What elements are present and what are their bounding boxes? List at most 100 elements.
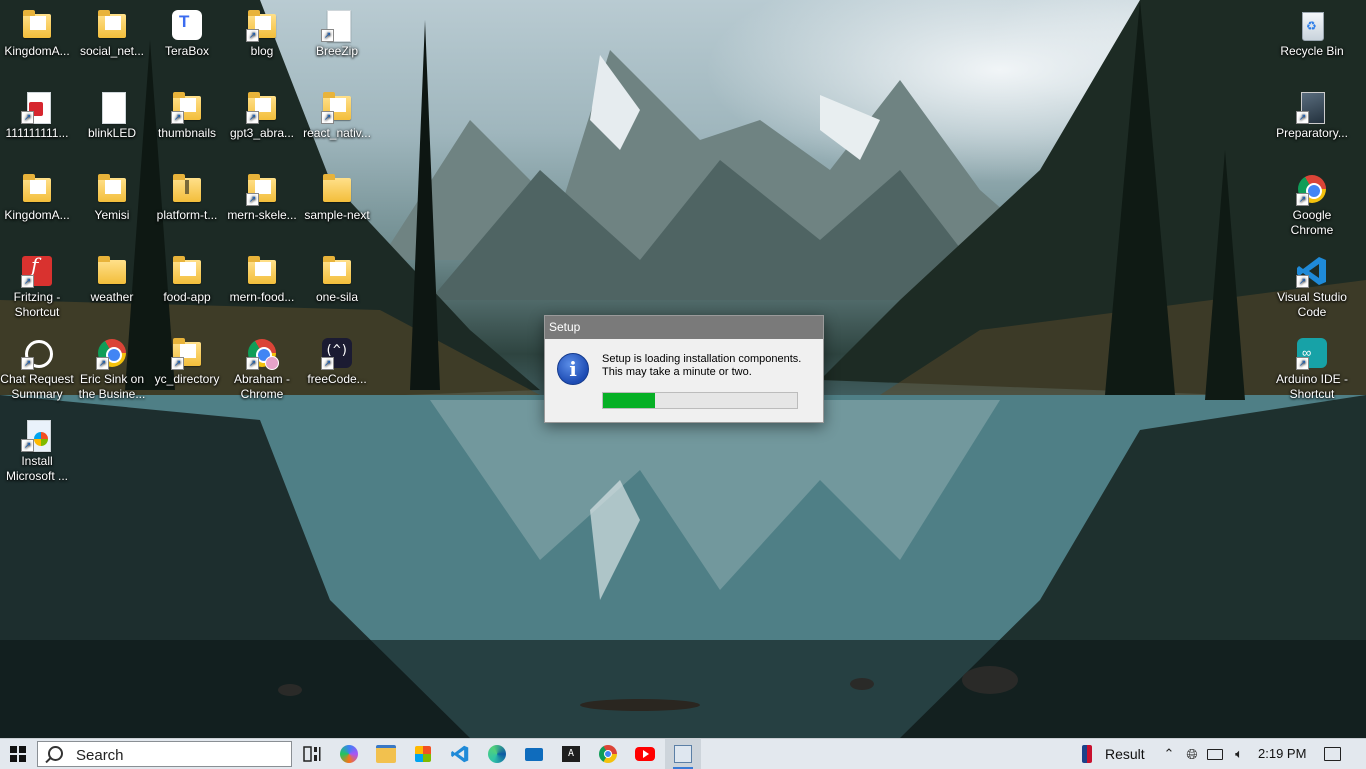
terabox-icon: T xyxy=(170,8,204,42)
desktop-icon-recycle-bin[interactable]: ♻ Recycle Bin xyxy=(1275,8,1349,59)
icon-label: blog xyxy=(250,44,274,58)
desktop-icon-yemisi[interactable]: Yemisi xyxy=(75,172,149,223)
desktop-icon-one-sila[interactable]: one-sila xyxy=(300,254,374,305)
desktop-icon-kingdoma-2[interactable]: KingdomA... xyxy=(0,172,74,223)
clock[interactable]: 2:19 PM xyxy=(1258,746,1306,761)
battery-icon[interactable] xyxy=(1207,745,1225,763)
task-view-icon xyxy=(303,746,321,762)
edge-button[interactable] xyxy=(479,739,515,769)
progress-bar xyxy=(602,392,798,409)
desktop-icon-preparatory[interactable]: ↗ Preparatory... xyxy=(1275,90,1349,141)
youtube-button[interactable] xyxy=(627,739,663,769)
desktop-icon-vscode[interactable]: ↗ Visual Studio Code xyxy=(1275,254,1349,320)
desktop-icon-social-net[interactable]: social_net... xyxy=(75,8,149,59)
desktop-icon-chat-request-summary[interactable]: ↗ Chat Request Summary xyxy=(0,336,74,402)
file-explorer-button[interactable] xyxy=(368,739,404,769)
icon-label: one-sila xyxy=(315,290,359,304)
desktop-icon-freecode[interactable]: (^) ↗ freeCode... xyxy=(300,336,374,387)
desktop-icon-install-microsoft[interactable]: ↗ Install Microsoft ... xyxy=(0,418,74,484)
desktop-icon-platform-t[interactable]: platform-t... xyxy=(150,172,224,223)
vscode-icon: ↗ xyxy=(1295,254,1329,288)
folder-chrome-icon xyxy=(95,8,129,42)
globe-icon[interactable]: 🌐︎ xyxy=(1183,745,1201,763)
copilot-button[interactable] xyxy=(331,739,367,769)
desktop-icon-weather[interactable]: weather xyxy=(75,254,149,305)
desktop-icon-abraham-chrome[interactable]: ↗ Abraham - Chrome xyxy=(225,336,299,402)
icon-label: Preparatory... xyxy=(1276,126,1348,140)
icon-label: gpt3_abra... xyxy=(229,126,295,140)
book-icon: ↗ xyxy=(1295,90,1329,124)
document-icon xyxy=(95,90,129,124)
setup-taskbar-button[interactable] xyxy=(665,739,701,769)
terminal-button[interactable]: A xyxy=(553,739,589,769)
desktop-icon-gpt3-abra[interactable]: ↗ gpt3_abra... xyxy=(225,90,299,141)
desktop-icon-react-nativ[interactable]: ↗ react_nativ... xyxy=(300,90,374,141)
desktop: KingdomA... social_net... T TeraBox ↗ bl… xyxy=(0,0,1366,738)
arduino-icon: ∞ ↗ xyxy=(1295,336,1329,370)
notifications-icon[interactable] xyxy=(1324,745,1342,763)
desktop-icon-eric-sink[interactable]: ↗ Eric Sink on the Busine... xyxy=(75,336,149,402)
fritzing-icon: f ↗ xyxy=(20,254,54,288)
folder-shortcut-icon: ↗ xyxy=(245,8,279,42)
desktop-icon-thumbnails[interactable]: ↗ thumbnails xyxy=(150,90,224,141)
microsoft-store-icon xyxy=(415,746,431,762)
vscode-icon xyxy=(451,745,469,763)
dialog-message-line1: Setup is loading installation components… xyxy=(602,353,802,365)
icon-label: 111111111... xyxy=(5,126,69,140)
desktop-icon-sample-next[interactable]: sample-next xyxy=(300,172,374,223)
terminal-icon: A xyxy=(562,746,580,762)
desktop-icon-google-chrome[interactable]: ↗ Google Chrome xyxy=(1275,172,1349,238)
icon-label: KingdomA... xyxy=(4,44,70,58)
microsoft-store-button[interactable] xyxy=(405,739,441,769)
speaker-muted-icon[interactable]: 🔈︎ xyxy=(1230,745,1248,763)
chrome-taskbar-button[interactable] xyxy=(590,739,626,769)
icon-label: Arduino IDE - Shortcut xyxy=(1275,372,1349,401)
dialog-title[interactable]: Setup xyxy=(545,316,823,339)
folder-icon xyxy=(320,172,354,206)
icon-label: blinkLED xyxy=(87,126,137,140)
start-button[interactable] xyxy=(0,739,36,769)
icon-label: weather xyxy=(90,290,134,304)
desktop-icon-blinkled[interactable]: blinkLED xyxy=(75,90,149,141)
folder-shortcut-icon: ↗ xyxy=(170,336,204,370)
folder-icon xyxy=(95,254,129,288)
desktop-icon-mern-skele[interactable]: ↗ mern-skele... xyxy=(225,172,299,223)
mail-icon xyxy=(525,747,543,761)
icon-label: Abraham - Chrome xyxy=(233,372,291,401)
icon-label: Google Chrome xyxy=(1290,208,1334,237)
desktop-icon-food-app[interactable]: food-app xyxy=(150,254,224,305)
desktop-icon-mern-food[interactable]: mern-food... xyxy=(225,254,299,305)
mail-button[interactable] xyxy=(516,739,552,769)
icon-label: react_nativ... xyxy=(303,126,371,140)
icon-label: TeraBox xyxy=(164,44,210,58)
nba-icon[interactable] xyxy=(1078,745,1096,763)
chevron-up-icon[interactable]: ⌃ xyxy=(1160,745,1178,763)
chrome-icon xyxy=(599,745,617,763)
chrome-profile-icon: ↗ xyxy=(245,336,279,370)
folder-icon xyxy=(20,8,54,42)
icon-label: Install Microsoft ... xyxy=(5,454,68,483)
vscode-taskbar-button[interactable] xyxy=(442,739,478,769)
folder-icon xyxy=(170,254,204,288)
desktop-icon-kingdoma[interactable]: KingdomA... xyxy=(0,8,74,59)
desktop-icon-111111111[interactable]: ↗ 111111111... xyxy=(0,90,74,141)
search-box[interactable]: Search xyxy=(37,741,292,767)
icon-label: Recycle Bin xyxy=(1280,44,1344,58)
icon-label: platform-t... xyxy=(156,208,218,222)
desktop-icon-fritzing[interactable]: f ↗ Fritzing - Shortcut xyxy=(0,254,74,320)
freecodecamp-icon: (^) ↗ xyxy=(320,336,354,370)
desktop-icon-breezip[interactable]: ↗ BreeZip xyxy=(300,8,374,59)
folder-chrome-icon xyxy=(95,172,129,206)
folder-shortcut-icon: ↗ xyxy=(245,172,279,206)
desktop-icon-terabox[interactable]: T TeraBox xyxy=(150,8,224,59)
desktop-icon-arduino[interactable]: ∞ ↗ Arduino IDE - Shortcut xyxy=(1275,336,1349,402)
folder-icon xyxy=(20,172,54,206)
folder-icon xyxy=(245,254,279,288)
desktop-icon-yc-directory[interactable]: ↗ yc_directory xyxy=(150,336,224,387)
icon-label: BreeZip xyxy=(315,44,359,58)
icon-label: yc_directory xyxy=(154,372,220,386)
icon-label: Visual Studio Code xyxy=(1277,290,1347,319)
desktop-icon-blog[interactable]: ↗ blog xyxy=(225,8,299,59)
task-view-button[interactable] xyxy=(294,739,330,769)
tray-result-text[interactable]: Result xyxy=(1105,746,1145,762)
